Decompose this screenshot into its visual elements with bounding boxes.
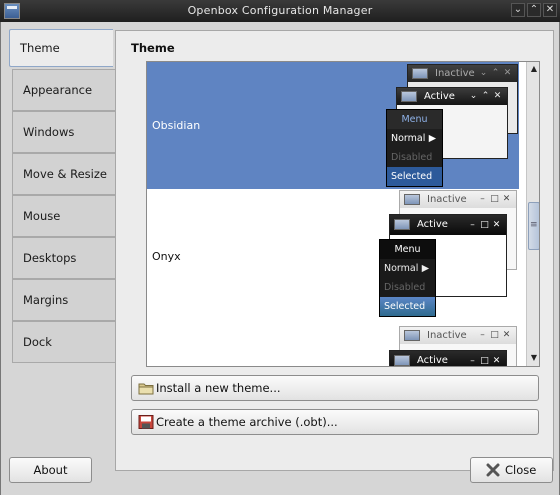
preview-menu-normal: Normal — [384, 263, 419, 274]
preview-menu-title: Menu — [380, 240, 435, 259]
preview-active-window: Active – □ ✕ — [389, 350, 507, 366]
tab-move-resize[interactable]: Move & Resize — [12, 153, 115, 195]
theme-list-scrollbar[interactable]: ▲ ▼ — [526, 62, 539, 366]
theme-panel: Theme Obsidian Inactive ⌄ ⌃ ✕ Active ⌄ ⌃… — [115, 30, 554, 471]
theme-list[interactable]: Obsidian Inactive ⌄ ⌃ ✕ Active ⌄ ⌃ ✕ Men… — [146, 61, 540, 367]
theme-row-obsidian[interactable]: Obsidian Inactive ⌄ ⌃ ✕ Active ⌄ ⌃ ✕ Men… — [147, 62, 519, 189]
scroll-up-icon[interactable]: ▲ — [528, 63, 539, 75]
preview-menu-selected: Selected — [380, 297, 435, 316]
about-button[interactable]: About — [9, 457, 92, 483]
maximize-icon[interactable]: ⌃ — [527, 3, 541, 17]
tab-appearance[interactable]: Appearance — [12, 69, 115, 111]
preview-inactive-label: Inactive — [427, 330, 467, 341]
preview-active-label: Active — [424, 91, 455, 102]
preview-menu-normal: Normal — [391, 133, 426, 144]
theme-name: Obsidian — [152, 119, 201, 132]
create-archive-label: Create a theme archive (.obt)... — [156, 415, 338, 429]
preview-inactive-label: Inactive — [427, 194, 467, 205]
close-button[interactable]: Close — [470, 457, 553, 483]
folder-icon — [138, 383, 154, 395]
close-icon — [486, 463, 500, 477]
tab-mouse[interactable]: Mouse — [12, 195, 115, 237]
preview-menu-disabled: Disabled — [391, 152, 433, 163]
tab-windows[interactable]: Windows — [12, 111, 115, 153]
panel-title: Theme — [131, 41, 175, 55]
window-title: Openbox Configuration Manager — [187, 4, 373, 17]
preview-menu-disabled: Disabled — [384, 282, 426, 293]
install-theme-label: Install a new theme... — [156, 381, 281, 395]
preview-inactive-label: Inactive — [435, 68, 475, 79]
theme-row-partial[interactable]: Inactive – □ ✕ Active – □ ✕ — [147, 325, 519, 366]
theme-row-onyx[interactable]: Onyx Inactive – □ ✕ Active – □ ✕ Menu No… — [147, 189, 519, 325]
preview-menu-selected: Selected — [387, 167, 442, 186]
preview-menu-title: Menu — [387, 110, 442, 129]
scroll-down-icon[interactable]: ▼ — [528, 352, 539, 364]
tab-margins[interactable]: Margins — [12, 279, 115, 321]
create-archive-button[interactable]: Create a theme archive (.obt)... — [131, 409, 539, 435]
tab-desktops[interactable]: Desktops — [12, 237, 115, 279]
install-theme-button[interactable]: Install a new theme... — [131, 375, 539, 401]
window-body: Theme Appearance Windows Move & Resize M… — [0, 22, 560, 495]
theme-name: Onyx — [152, 250, 181, 263]
window-titlebar[interactable]: Openbox Configuration Manager ⌄ ⌃ ✕ — [0, 0, 560, 22]
preview-active-label: Active — [417, 355, 448, 366]
preview-menu: Menu Normal ▶ Disabled Selected — [386, 109, 443, 187]
preview-active-label: Active — [417, 219, 448, 230]
scroll-thumb[interactable] — [528, 202, 539, 250]
tab-dock[interactable]: Dock — [12, 321, 115, 363]
minimize-icon[interactable]: ⌄ — [511, 3, 525, 17]
preview-menu: Menu Normal ▶ Disabled Selected — [379, 239, 436, 317]
close-window-icon[interactable]: ✕ — [543, 3, 557, 17]
save-archive-icon — [138, 415, 154, 429]
tab-theme[interactable]: Theme — [9, 29, 113, 67]
close-label: Close — [505, 463, 537, 477]
